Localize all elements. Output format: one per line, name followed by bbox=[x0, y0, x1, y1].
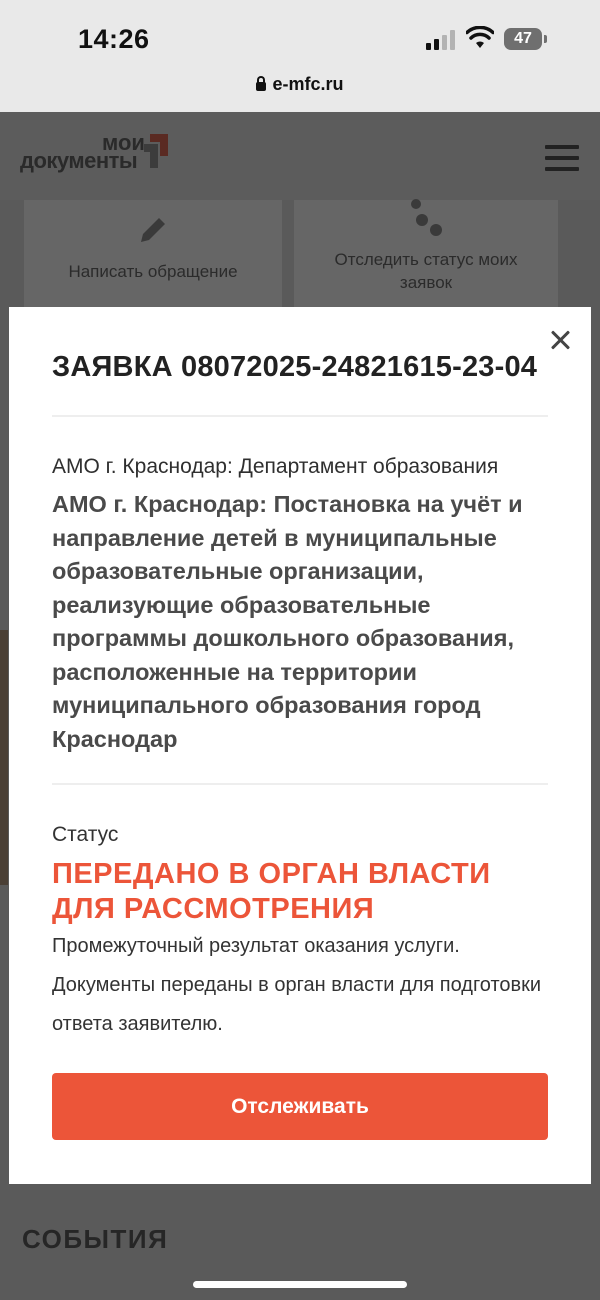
track-button[interactable]: Отслеживать bbox=[52, 1073, 548, 1140]
battery-tip bbox=[544, 35, 547, 43]
pencil-icon bbox=[141, 218, 165, 242]
write-appeal-label: Написать обращение bbox=[68, 262, 238, 281]
logo[interactable]: мои документы bbox=[20, 130, 180, 180]
service-name: АМО г. Краснодар: Постановка на учёт и н… bbox=[52, 491, 523, 752]
lock-icon bbox=[256, 76, 267, 91]
logo-mark-icon bbox=[144, 134, 168, 168]
address-bar[interactable]: e-mfc.ru bbox=[0, 74, 600, 100]
status-label: Статус bbox=[52, 823, 119, 846]
modal-title: ЗАЯВКА 08072025-24821615-23-04 bbox=[52, 351, 538, 383]
home-indicator[interactable] bbox=[193, 1281, 407, 1288]
clock: 14:26 bbox=[78, 24, 150, 54]
track-status-label: Отследить статус моих заявок bbox=[334, 250, 518, 292]
cellular-signal-icon bbox=[426, 30, 458, 50]
background-image-edge bbox=[0, 630, 8, 885]
dots-icon bbox=[411, 199, 442, 236]
url-text: e-mfc.ru bbox=[272, 74, 344, 94]
divider bbox=[52, 415, 548, 417]
hamburger-menu-icon[interactable] bbox=[545, 145, 579, 171]
application-modal: ЗАЯВКА 08072025-24821615-23-04 АМО г. Кр… bbox=[9, 307, 591, 1184]
status-description: Промежуточный результат оказания услуги.… bbox=[52, 935, 542, 1035]
wifi-icon bbox=[466, 26, 494, 48]
status-bar: 14:26 47 e-mfc.ru bbox=[0, 0, 600, 112]
track-status-card[interactable]: Отследить статус моих заявок bbox=[294, 199, 558, 310]
battery-icon: 47 bbox=[504, 28, 542, 50]
logo-text-bottom: документы bbox=[20, 148, 138, 173]
divider bbox=[52, 783, 548, 785]
status-value: ПЕРЕДАНО В ОРГАН ВЛАСТИ ДЛЯ РАССМОТРЕНИЯ bbox=[52, 858, 491, 925]
department-name: АМО г. Краснодар: Департамент образовани… bbox=[52, 455, 499, 478]
write-appeal-card[interactable]: Написать обращение bbox=[24, 200, 282, 310]
close-icon[interactable] bbox=[548, 327, 574, 353]
events-heading: СОБЫТИЯ bbox=[22, 1224, 169, 1254]
